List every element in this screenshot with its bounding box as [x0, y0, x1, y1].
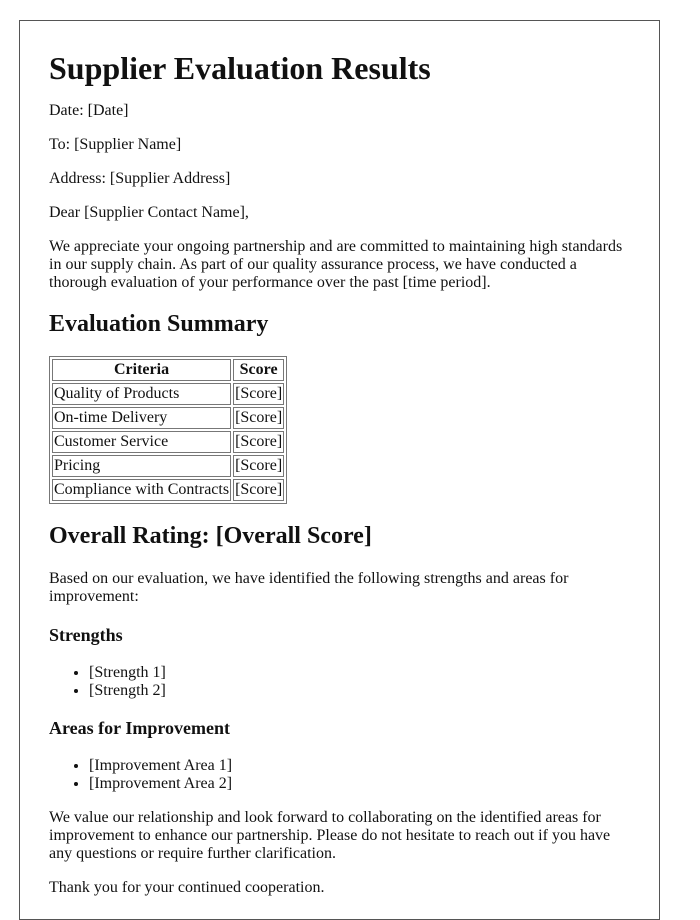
salutation: Dear [Supplier Contact Name],: [49, 204, 249, 221]
criteria-cell: Customer Service: [52, 431, 232, 453]
recipient-line: To: [Supplier Name]: [49, 136, 182, 153]
score-cell: [Score]: [233, 383, 285, 405]
closing-paragraph: We value our relationship and look forwa…: [49, 809, 611, 862]
page-title: Supplier Evaluation Results: [49, 50, 431, 86]
list-item: [Improvement Area 1]: [89, 757, 630, 775]
list-item: [Improvement Area 2]: [89, 775, 630, 793]
table-row: Compliance with Contracts [Score]: [52, 479, 285, 501]
address-line: Address: [Supplier Address]: [49, 170, 231, 187]
evaluation-summary-heading: Evaluation Summary: [49, 311, 269, 337]
intro-paragraph: We appreciate your ongoing partnership a…: [49, 238, 623, 291]
improvements-heading: Areas for Improvement: [49, 718, 230, 738]
score-cell: [Score]: [233, 479, 285, 501]
table-row: On-time Delivery [Score]: [52, 407, 285, 429]
table-row: Customer Service [Score]: [52, 431, 285, 453]
criteria-cell: Compliance with Contracts: [52, 479, 232, 501]
strengths-list: [Strength 1] [Strength 2]: [49, 664, 630, 700]
improvements-list: [Improvement Area 1] [Improvement Area 2…: [49, 757, 630, 793]
list-item: [Strength 1]: [89, 664, 630, 682]
criteria-cell: On-time Delivery: [52, 407, 232, 429]
letter-page: Supplier Evaluation Results Date: [Date]…: [19, 20, 660, 920]
table-row: Pricing [Score]: [52, 455, 285, 477]
score-cell: [Score]: [233, 431, 285, 453]
strengths-heading: Strengths: [49, 625, 123, 645]
findings-intro: Based on our evaluation, we have identif…: [49, 570, 569, 605]
overall-rating-heading: Overall Rating: [Overall Score]: [49, 523, 372, 549]
criteria-cell: Pricing: [52, 455, 232, 477]
table-row: Quality of Products [Score]: [52, 383, 285, 405]
date-line: Date: [Date]: [49, 102, 129, 119]
column-header-score: Score: [233, 359, 285, 381]
evaluation-table: Criteria Score Quality of Products [Scor…: [49, 356, 288, 504]
criteria-cell: Quality of Products: [52, 383, 232, 405]
signoff-line: Thank you for your continued cooperation…: [49, 879, 325, 896]
list-item: [Strength 2]: [89, 682, 630, 700]
column-header-criteria: Criteria: [52, 359, 232, 381]
score-cell: [Score]: [233, 455, 285, 477]
table-header-row: Criteria Score: [52, 359, 285, 381]
score-cell: [Score]: [233, 407, 285, 429]
